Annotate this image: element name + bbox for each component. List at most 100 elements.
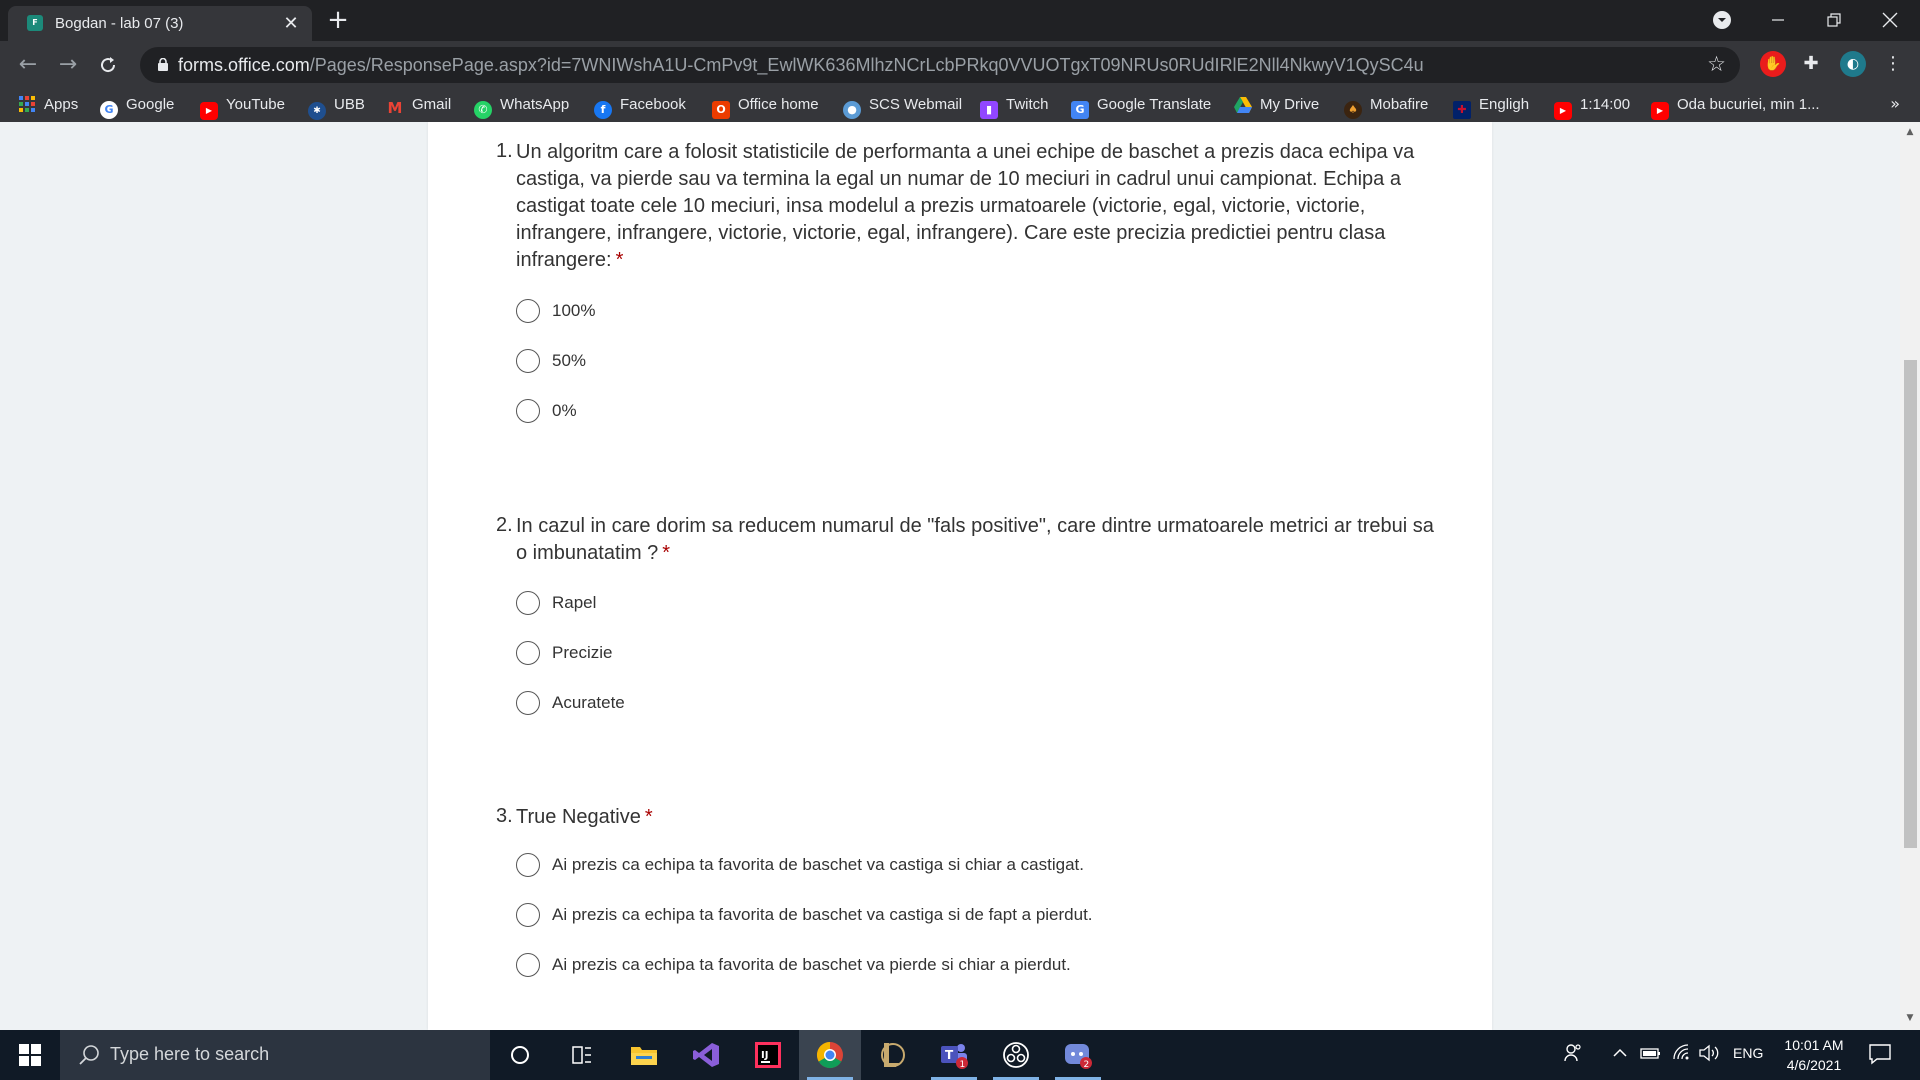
option-label: Ai prezis ca echipa ta favorita de basch… [552,905,1093,924]
intellij-icon[interactable]: IJ [737,1030,799,1080]
required-asterisk: * [615,249,624,271]
mobafire-icon: ♠ [1344,101,1362,119]
bookmark-engligh[interactable]: ✚ Engligh [1453,94,1529,119]
bookmark-star-icon[interactable]: ☆ [1707,52,1726,76]
tab-search-icon[interactable] [1694,0,1750,40]
question-1-number: 1. [496,140,513,162]
profile-avatar-icon[interactable]: ◐ [1840,51,1866,77]
bookmark-office-home[interactable]: O Office home [712,94,819,119]
bookmark-label: Gmail [412,96,452,113]
lock-icon [158,58,168,71]
bookmarks-bar: Apps G Google ▶ YouTube ✱ UBB M Gmail ✆ Whats… [0,88,1920,122]
scroll-up-icon[interactable]: ▲ [1900,124,1920,140]
radio-button[interactable] [516,953,540,977]
bookmark-ubb[interactable]: ✱ UBB [308,94,365,120]
people-icon[interactable] [1564,1043,1582,1067]
browser-toolbar: ← → forms.office.com/Pages/ResponsePage.… [0,41,1920,88]
file-explorer-icon[interactable] [613,1030,675,1080]
option-label: Ai prezis ca echipa ta favorita de basch… [552,955,1071,974]
url-host: forms.office.com [178,55,310,75]
svg-text:T: T [945,1048,954,1062]
teams-badge: 1 [960,1060,966,1069]
bookmark-google[interactable]: G Google [100,94,174,119]
radio-button[interactable] [516,399,540,423]
chrome-taskbar-icon[interactable] [799,1030,861,1080]
bookmark-label: Twitch [1006,96,1049,113]
whatsapp-icon: ✆ [474,101,492,119]
taskbar-search-box[interactable]: Type here to search [60,1030,490,1080]
extensions-puzzle-icon[interactable]: ✚ [1798,51,1824,77]
windows-taskbar: Type here to search IJ T1 2 ENG 10:01 AM… [0,1030,1920,1080]
radio-button[interactable] [516,853,540,877]
webmail-icon: ● [843,101,861,119]
bookmark-facebook[interactable]: f Facebook [594,94,686,119]
teams-icon[interactable]: T1 [923,1030,985,1080]
back-icon[interactable]: ← [12,49,44,81]
page-scrollbar[interactable]: ▲ ▼ [1900,122,1920,1030]
cortana-icon[interactable] [489,1030,551,1080]
radio-button[interactable] [516,903,540,927]
radio-button[interactable] [516,691,540,715]
bookmark-label: 1:14:00 [1580,96,1631,113]
bookmark-youtube[interactable]: ▶ YouTube [200,94,285,120]
radio-button[interactable] [516,591,540,615]
close-window-icon[interactable] [1862,0,1918,40]
radio-button[interactable] [516,299,540,323]
bookmark-mobafire[interactable]: ♠ Mobafire [1344,94,1429,119]
obs-icon[interactable] [985,1030,1047,1080]
search-icon [79,1045,99,1065]
scrollbar-thumb[interactable] [1904,360,1917,848]
question-text: Un algoritm care a folosit statisticile … [516,141,1415,271]
bookmark-youtube-video-2[interactable]: ▶ Oda bucuriei, min 1... [1651,94,1820,120]
visual-studio-icon[interactable] [675,1030,737,1080]
radio-button[interactable] [516,641,540,665]
minimize-icon[interactable] [1750,0,1806,40]
notifications-icon[interactable] [1868,1042,1892,1070]
bookmark-youtube-video-1[interactable]: ▶ 1:14:00 [1554,94,1631,120]
discord-icon[interactable]: 2 [1047,1030,1109,1080]
windows-start-icon[interactable] [0,1030,60,1080]
question-1-text: Un algoritm care a folosit statisticile … [516,139,1436,274]
bookmark-apps[interactable]: Apps [18,94,78,116]
more-bookmarks-icon[interactable]: » [1890,94,1900,113]
wifi-icon[interactable] [1672,1043,1692,1067]
translate-icon: G [1071,101,1089,119]
league-of-legends-icon[interactable] [861,1030,923,1080]
bookmark-gmail[interactable]: M Gmail [386,94,452,117]
task-view-icon[interactable] [551,1030,613,1080]
browser-tab[interactable]: F Bogdan - lab 07 (3) ✕ [8,6,312,41]
bookmark-my-drive[interactable]: My Drive [1234,94,1319,116]
bookmark-whatsapp[interactable]: ✆ WhatsApp [474,94,569,119]
taskbar-clock[interactable]: 10:01 AM 4/6/2021 [1766,1035,1862,1075]
language-indicator[interactable]: ENG [1733,1045,1763,1061]
required-asterisk: * [662,542,671,564]
bookmark-google-translate[interactable]: G Google Translate [1071,94,1212,119]
bookmark-label: Oda bucuriei, min 1... [1677,96,1820,113]
restore-icon[interactable] [1806,0,1862,40]
battery-icon[interactable] [1640,1043,1662,1067]
youtube-icon: ▶ [200,102,218,120]
bookmark-label: Google Translate [1097,96,1212,113]
show-hidden-icons-icon[interactable] [1612,1043,1628,1067]
close-tab-icon[interactable]: ✕ [280,12,302,34]
browser-tab-strip: F Bogdan - lab 07 (3) ✕ + [0,0,1920,41]
reload-icon[interactable] [92,49,124,81]
required-asterisk: * [644,806,653,828]
url-text: forms.office.com/Pages/ResponsePage.aspx… [178,55,1424,76]
address-bar[interactable]: forms.office.com/Pages/ResponsePage.aspx… [140,47,1740,83]
bookmark-label: Mobafire [1370,96,1429,113]
new-tab-icon[interactable]: + [325,7,351,34]
bookmark-scs-webmail[interactable]: ● SCS Webmail [843,94,962,119]
uk-flag-icon: ✚ [1453,101,1471,119]
option-label: 50% [552,351,587,370]
radio-button[interactable] [516,349,540,373]
forward-icon[interactable]: → [52,49,84,81]
scroll-down-icon[interactable]: ▼ [1900,1010,1920,1026]
adblock-extension-icon[interactable]: ✋ [1760,51,1786,77]
discord-badge: 2 [1084,1060,1090,1069]
volume-icon[interactable] [1698,1043,1720,1067]
bookmark-twitch[interactable]: ▮ Twitch [980,94,1049,119]
google-icon: G [100,101,118,119]
chrome-menu-icon[interactable]: ⋮ [1880,51,1906,77]
question-text: True Negative [516,806,641,828]
